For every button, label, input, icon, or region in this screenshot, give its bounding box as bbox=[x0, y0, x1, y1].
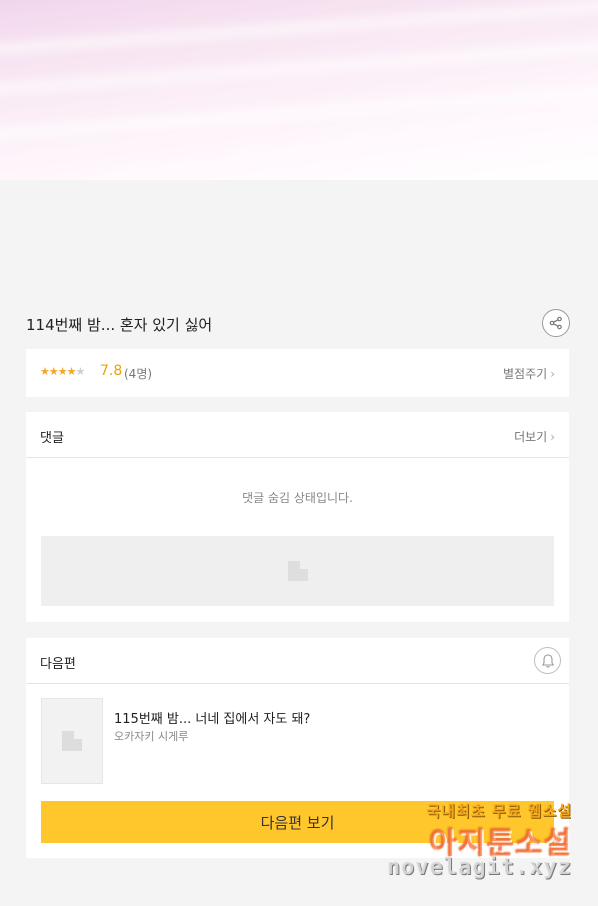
rate-link-label: 별점주기 bbox=[503, 367, 548, 381]
next-episode-title[interactable]: 115번째 밤... 너네 집에서 자도 돼? bbox=[114, 708, 310, 727]
rating-count: (4명) bbox=[124, 367, 153, 381]
next-episode-button[interactable]: 다음편 보기 bbox=[41, 801, 554, 843]
share-button[interactable] bbox=[542, 309, 570, 337]
image-placeholder-icon bbox=[287, 561, 308, 581]
next-episode-author: 오카자키 시게루 bbox=[114, 730, 189, 743]
watermark-url: novelagit.xyz bbox=[386, 855, 572, 880]
rating-stars: ★★★★★ bbox=[40, 365, 85, 378]
next-episode-header: 다음편 bbox=[26, 638, 569, 684]
rate-link[interactable]: 별점주기 › bbox=[503, 365, 555, 382]
rating-score: 7.8 bbox=[100, 363, 123, 379]
bell-icon bbox=[541, 653, 554, 668]
notification-button[interactable] bbox=[534, 647, 561, 674]
share-icon bbox=[549, 316, 562, 330]
comment-header: 댓글 더보기 › bbox=[26, 412, 569, 458]
next-episode-card: 다음편 115번째 밤... 너네 집에서 자도 돼? 오카자키 시게루 다음편… bbox=[26, 638, 569, 858]
chevron-right-icon: › bbox=[550, 430, 555, 444]
image-placeholder-icon bbox=[62, 731, 82, 751]
episode-last-image bbox=[0, 0, 598, 180]
rating-card: ★★★★★ 7.8 (4명) 별점주기 › bbox=[26, 349, 569, 397]
comment-card: 댓글 더보기 › 댓글 숨김 상태입니다. bbox=[26, 412, 569, 622]
comment-more-link[interactable]: 더보기 › bbox=[514, 428, 555, 445]
next-episode-header-label: 다음편 bbox=[40, 657, 76, 672]
comment-more-label: 더보기 bbox=[514, 430, 548, 444]
next-episode-thumbnail[interactable] bbox=[41, 698, 103, 784]
ad-banner[interactable] bbox=[41, 536, 554, 606]
comment-header-label: 댓글 bbox=[40, 431, 64, 446]
episode-title: 114번째 밤... 혼자 있기 싫어 bbox=[26, 316, 213, 334]
episode-title-row: 114번째 밤... 혼자 있기 싫어 bbox=[26, 305, 572, 341]
chevron-right-icon: › bbox=[550, 367, 555, 381]
comment-hidden-message: 댓글 숨김 상태입니다. bbox=[242, 491, 353, 505]
